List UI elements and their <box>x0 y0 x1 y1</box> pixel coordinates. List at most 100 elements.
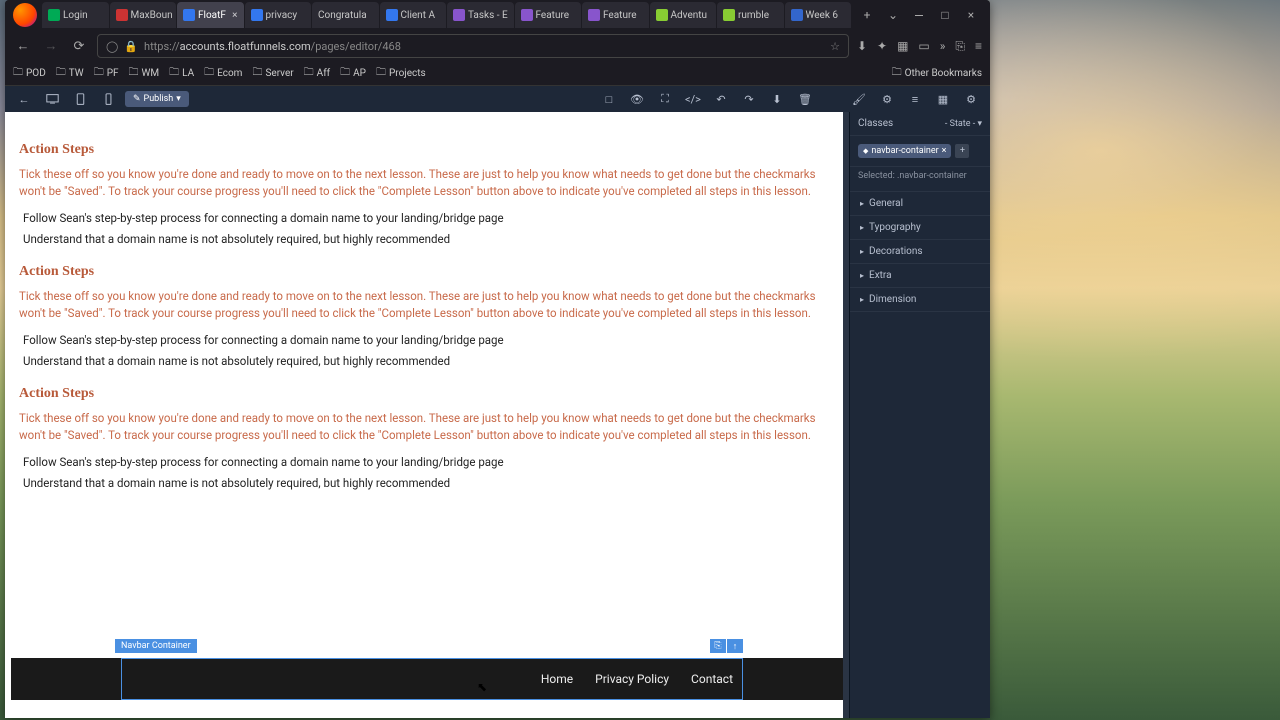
bookmark-folder[interactable]: LA <box>169 65 194 82</box>
tab-floatfunnels[interactable]: FloatF× <box>177 2 244 28</box>
tablet-view-button[interactable] <box>69 89 91 109</box>
section-description[interactable]: Tick these off so you know you're done a… <box>19 288 829 321</box>
close-tab-icon[interactable]: × <box>232 10 237 21</box>
nav-link-contact[interactable]: Contact <box>691 672 733 686</box>
layers-panel-button[interactable]: ≡ <box>904 89 926 109</box>
class-tag[interactable]: navbar-container × <box>858 144 951 158</box>
redo-button[interactable]: ↷ <box>738 89 760 109</box>
tab-login[interactable]: Login <box>42 2 109 28</box>
tab-favicon-icon <box>48 9 60 21</box>
tab-favicon-icon <box>116 9 128 21</box>
nav-link-home[interactable]: Home <box>541 672 573 686</box>
code-button[interactable]: </> <box>682 89 704 109</box>
overflow-icon[interactable]: » <box>940 39 946 53</box>
preview-button[interactable]: 👁 <box>626 89 648 109</box>
bookmark-folder[interactable]: Server <box>252 65 293 82</box>
new-tab-button[interactable]: + <box>858 6 876 24</box>
nav-link-privacy[interactable]: Privacy Policy <box>595 672 669 686</box>
tab-favicon-icon <box>521 9 533 21</box>
tab-maxbounty[interactable]: MaxBoun <box>110 2 177 28</box>
tab-favicon-icon <box>656 9 668 21</box>
action-step[interactable]: Understand that a domain name is not abs… <box>23 231 829 248</box>
canvas-area: Action Steps Tick these off so you know … <box>5 112 849 718</box>
menu-icon[interactable]: ≡ <box>975 39 982 53</box>
forward-button[interactable]: → <box>41 36 61 56</box>
extension-icon[interactable]: ⎘ <box>955 39 965 54</box>
accordion-typography[interactable]: Typography <box>850 216 990 239</box>
bookmark-folder[interactable]: WM <box>129 65 160 82</box>
action-step[interactable]: Follow Sean's step-by-step process for c… <box>23 332 829 349</box>
bookmark-folder[interactable]: AP <box>340 65 366 82</box>
section-heading[interactable]: Action Steps <box>19 140 829 160</box>
tab-feature2[interactable]: Feature <box>582 2 649 28</box>
bookmark-star-icon[interactable]: ☆ <box>830 40 840 53</box>
action-step[interactable]: Understand that a domain name is not abs… <box>23 353 829 370</box>
editor-canvas[interactable]: Action Steps Tick these off so you know … <box>5 112 843 718</box>
tab-week6[interactable]: Week 6 <box>785 2 852 28</box>
mobile-view-button[interactable] <box>97 89 119 109</box>
bookmark-folder[interactable]: TW <box>56 65 84 82</box>
tab-rumble[interactable]: rumble <box>717 2 784 28</box>
window-minimize-button[interactable] <box>910 6 928 24</box>
tab-favicon-icon <box>791 9 803 21</box>
extension-icon[interactable]: ✦ <box>877 39 887 53</box>
settings-panel-button[interactable]: ⚙ <box>876 89 898 109</box>
section-description[interactable]: Tick these off so you know you're done a… <box>19 166 829 199</box>
trash-button[interactable]: 🗑 <box>794 89 816 109</box>
styles-panel-button[interactable]: 🖌 <box>848 89 870 109</box>
pencil-icon: ✎ <box>133 94 141 104</box>
bookmark-folder[interactable]: POD <box>13 65 46 82</box>
tab-privacy[interactable]: privacy <box>245 2 312 28</box>
tab-feature1[interactable]: Feature <box>515 2 582 28</box>
tab-favicon-icon <box>183 9 195 21</box>
undo-button[interactable]: ↶ <box>710 89 732 109</box>
navbar-container[interactable]: Home Privacy Policy Contact <box>11 658 843 700</box>
tab-overflow-button[interactable]: ⌄ <box>884 6 902 24</box>
window-maximize-button[interactable]: □ <box>936 6 954 24</box>
tab-favicon-icon <box>386 9 398 21</box>
accordion-general[interactable]: General <box>850 192 990 215</box>
address-field[interactable]: ◯ 🔒 https://accounts.floatfunnels.com/pa… <box>97 34 849 58</box>
download-icon[interactable]: ⬇ <box>857 39 867 53</box>
bookmark-folder[interactable]: Aff <box>304 65 330 82</box>
action-step[interactable]: Follow Sean's step-by-step process for c… <box>23 210 829 227</box>
accordion-extra[interactable]: Extra <box>850 264 990 287</box>
accordion-dimension[interactable]: Dimension <box>850 288 990 311</box>
config-panel-button[interactable]: ⚙ <box>960 89 982 109</box>
selection-parent-icon[interactable]: ↑ <box>727 639 743 653</box>
action-step[interactable]: Follow Sean's step-by-step process for c… <box>23 454 829 471</box>
section-heading[interactable]: Action Steps <box>19 384 829 404</box>
remove-class-icon[interactable]: × <box>942 146 947 156</box>
outline-button[interactable]: □ <box>598 89 620 109</box>
download-button[interactable]: ⬇ <box>766 89 788 109</box>
accordion-decorations[interactable]: Decorations <box>850 240 990 263</box>
tab-tasks[interactable]: Tasks - E <box>447 2 514 28</box>
window-close-button[interactable]: × <box>962 6 980 24</box>
bookmark-folder[interactable]: Projects <box>376 65 426 82</box>
publish-button[interactable]: ✎Publish▾ <box>125 91 189 107</box>
reload-button[interactable]: ⟳ <box>69 36 89 56</box>
tab-adventure[interactable]: Adventu <box>650 2 717 28</box>
tab-congrats[interactable]: Congratula <box>312 2 379 28</box>
classes-label: Classes <box>858 118 945 129</box>
bookmark-folder[interactable]: PF <box>94 65 119 82</box>
selection-label[interactable]: Navbar Container <box>115 639 197 653</box>
fullscreen-button[interactable]: ⛶ <box>654 89 676 109</box>
selection-duplicate-icon[interactable]: ⎘ <box>710 639 726 653</box>
state-select[interactable]: - State - ▾ <box>945 119 982 129</box>
bookmark-folder[interactable]: Ecom <box>204 65 242 82</box>
back-to-pages-button[interactable]: ← <box>13 89 35 109</box>
add-class-button[interactable]: + <box>955 144 969 158</box>
firefox-icon[interactable] <box>13 3 37 27</box>
desktop-view-button[interactable] <box>41 89 63 109</box>
section-description[interactable]: Tick these off so you know you're done a… <box>19 410 829 443</box>
extension-icon[interactable]: ▭ <box>918 39 929 53</box>
extension-icon[interactable]: ▦ <box>897 39 908 53</box>
section-heading[interactable]: Action Steps <box>19 262 829 282</box>
back-button[interactable]: ← <box>13 36 33 56</box>
url-bar: ← → ⟳ ◯ 🔒 https://accounts.floatfunnels.… <box>5 30 990 62</box>
blocks-panel-button[interactable]: ▦ <box>932 89 954 109</box>
other-bookmarks[interactable]: Other Bookmarks <box>892 65 982 82</box>
tab-client[interactable]: Client A <box>380 2 447 28</box>
action-step[interactable]: Understand that a domain name is not abs… <box>23 475 829 492</box>
